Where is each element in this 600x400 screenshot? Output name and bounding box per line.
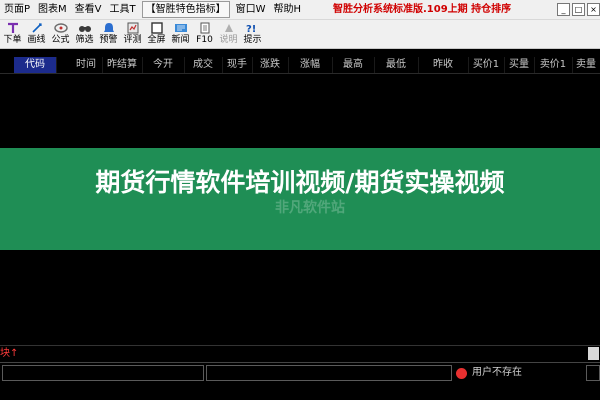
col-change[interactable]: 涨跌 (252, 57, 289, 73)
close-button[interactable]: × (587, 3, 600, 16)
help-label: 说明 (219, 35, 238, 45)
status-segment-2 (206, 365, 452, 381)
maximize-button[interactable]: □ (572, 3, 585, 16)
fullscreen-icon (150, 22, 164, 34)
col-change-pct[interactable]: 涨幅 (288, 57, 333, 73)
formula-label: 公式 (51, 35, 70, 45)
status-bar: 用户不存在 (0, 362, 600, 383)
menubar: 页面P 图表M 查看V 工具T 【智胜特色指标】 窗口W 帮助H 智胜分析系统标… (0, 0, 600, 20)
col-time[interactable]: 时间 (70, 57, 103, 73)
order-label: 下单 (3, 35, 22, 45)
col-current-volume[interactable]: 现手 (222, 57, 253, 73)
f10-icon (198, 22, 212, 34)
menu-window[interactable]: 窗口W (232, 0, 270, 19)
filter-label: 筛选 (75, 35, 94, 45)
system-announcement: 智胜分析系统标准版.109上期 持仓排序 (333, 4, 512, 15)
menu-chart[interactable]: 图表M (34, 0, 71, 19)
alert-icon (102, 22, 116, 34)
user-status-text: 用户不存在 (472, 367, 522, 378)
col-bid1[interactable]: 买价1 (468, 57, 505, 73)
title-banner: 非凡软件站 期货行情软件培训视频/期货实操视频 (0, 148, 600, 250)
col-bid-volume[interactable]: 买量 (504, 57, 535, 73)
f10-button[interactable]: F10 (193, 20, 216, 48)
col-open[interactable]: 今开 (142, 57, 185, 73)
menu-page[interactable]: 页面P (0, 0, 34, 19)
col-low[interactable]: 最低 (374, 57, 419, 73)
help-icon (222, 22, 236, 34)
evaluate-button[interactable]: 评测 (121, 20, 144, 48)
status-segment-1 (2, 365, 204, 381)
news-icon (174, 22, 188, 34)
col-last[interactable]: 成交 (184, 57, 223, 73)
evaluate-icon (126, 22, 140, 34)
svg-text:?!: ?! (246, 24, 256, 34)
toolbar: 下单 画线 公式 筛选 预警 评测 全屏 新闻 F10 说明 ?! 提示 (0, 20, 600, 49)
col-ask-volume[interactable]: 卖量 (572, 57, 600, 73)
status-segment-3 (586, 365, 600, 381)
draw-line-icon (30, 22, 44, 34)
news-label: 新闻 (171, 35, 190, 45)
evaluate-label: 评测 (123, 35, 142, 45)
col-high[interactable]: 最高 (332, 57, 375, 73)
fullscreen-label: 全屏 (147, 35, 166, 45)
menu-view[interactable]: 查看V (71, 0, 106, 19)
tip-button[interactable]: ?! 提示 (241, 20, 264, 48)
order-button[interactable]: 下单 (1, 20, 24, 48)
col-prev-close[interactable]: 昨收 (418, 57, 469, 73)
alert-label: 预警 (99, 35, 118, 45)
filter-button[interactable]: 筛选 (73, 20, 96, 48)
tip-icon: ?! (246, 22, 260, 34)
formula-icon (53, 22, 68, 34)
tip-label: 提示 (243, 35, 262, 45)
menu-help[interactable]: 帮助H (270, 0, 306, 19)
filter-icon (78, 22, 92, 34)
bottom-strip (0, 383, 600, 400)
banner-title: 期货行情软件培训视频/期货实操视频 (95, 168, 505, 197)
col-ask1[interactable]: 卖价1 (534, 57, 573, 73)
bottom-tab-row: 块↑ (0, 345, 600, 361)
scroll-corner[interactable] (588, 347, 599, 360)
connection-status-icon (456, 368, 467, 379)
menu-special-indicators[interactable]: 【智胜特色指标】 (141, 1, 230, 18)
fullscreen-button[interactable]: 全屏 (145, 20, 168, 48)
quote-column-header: 代码 时间 昨结算 今开 成交 现手 涨跌 涨幅 最高 最低 昨收 买价1 买量… (0, 57, 600, 74)
news-button[interactable]: 新闻 (169, 20, 192, 48)
draw-line-label: 画线 (27, 35, 46, 45)
col-prev-settle[interactable]: 昨结算 (102, 57, 143, 73)
block-tab[interactable]: 块↑ (0, 346, 18, 361)
f10-label: F10 (196, 35, 213, 45)
menu-tools[interactable]: 工具T (106, 0, 140, 19)
minimize-button[interactable]: _ (557, 3, 570, 16)
col-code[interactable]: 代码 (14, 57, 57, 73)
help-button[interactable]: 说明 (217, 20, 240, 48)
order-icon (6, 22, 20, 34)
draw-line-button[interactable]: 画线 (25, 20, 48, 48)
formula-button[interactable]: 公式 (49, 20, 72, 48)
alert-button[interactable]: 预警 (97, 20, 120, 48)
